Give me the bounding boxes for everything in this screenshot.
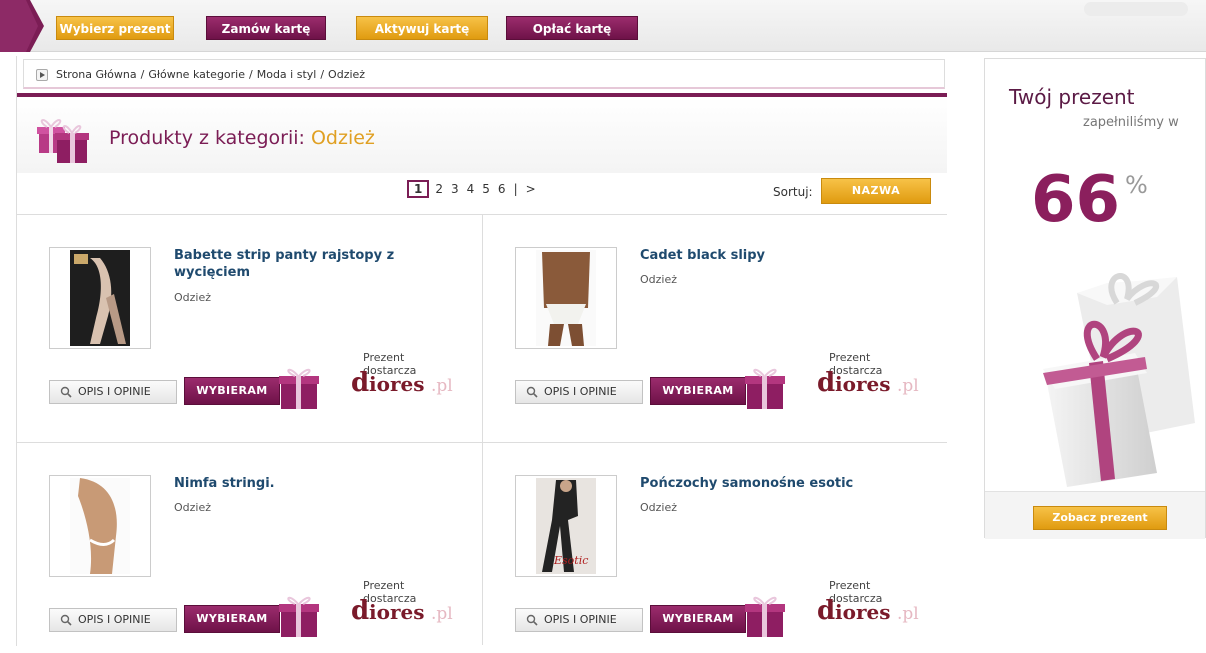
choose-button[interactable]: WYBIERAM [184,605,280,633]
choose-button[interactable]: WYBIERAM [184,377,280,405]
step-button-order-card[interactable]: Zamów kartę [206,16,326,40]
breadcrumb-arrow-icon [36,69,48,81]
description-reviews-label: OPIS I OPINIE [544,613,617,626]
pagination: 1 2 3 4 5 6 | > [407,180,544,198]
supplier-logo: d iores .pl [351,596,453,625]
step-arrow-icon [0,0,44,52]
sort-by-name-button[interactable]: NAZWA [821,178,931,204]
svg-text:.pl: .pl [897,604,919,624]
magnifier-icon [60,614,72,626]
product-name-link[interactable]: Cadet black slipy [640,247,870,264]
product-card: Cadet black slipy Odzież Prezent dostarc… [483,215,923,425]
main-content: Strona Główna / Główne kategorie / Moda i st… [16,56,947,646]
sort-label: Sortuj: [773,185,813,199]
step-button-pay-card[interactable]: Opłać kartę [506,16,638,40]
step-button-activate-card[interactable]: Aktywuj kartę [356,16,488,40]
gift-box-illustration-icon [1043,273,1195,487]
description-reviews-label: OPIS I OPINIE [78,385,151,398]
page-next[interactable]: > [526,182,536,196]
product-category: Odzież [174,291,212,304]
gift-icon [745,368,785,409]
description-reviews-button[interactable]: OPIS I OPINIE [515,608,643,632]
svg-text:d: d [351,596,369,625]
magnifier-icon [526,386,538,398]
magnifier-icon [60,386,72,398]
top-nav-bar: Wybierz prezent Zamów kartę Aktywuj kart… [0,0,1206,52]
svg-text:d: d [817,596,835,625]
svg-text:.pl: .pl [431,604,453,624]
category-title-prefix: Produkty z kategorii: [109,127,305,149]
product-card: Esotic Pończochy samonośne esotic Odzież… [483,443,923,653]
gift-progress-footer: Zobacz prezent [985,491,1205,539]
product-category: Odzież [640,273,678,286]
product-image-icon [70,250,130,346]
pager-row: 1 2 3 4 5 6 | > Sortuj: NAZWA [17,173,947,215]
supplier-logo: d iores .pl [817,596,919,625]
product-image-icon [70,478,130,574]
product-card: Babette strip panty rajstopy z wycięciem… [17,215,457,425]
gift-box-icon [37,119,89,163]
product-thumbnail[interactable] [49,475,151,577]
gift-progress-percent-sign: % [1125,171,1148,199]
page-link[interactable]: 3 [451,182,459,196]
product-category: Odzież [640,501,678,514]
category-header: Produkty z kategorii: Odzież [17,93,947,173]
page-link[interactable]: 2 [435,182,443,196]
breadcrumb: Strona Główna / Główne kategorie / Moda i st… [23,59,945,89]
category-title: Produkty z kategorii: Odzież [109,127,375,149]
product-thumbnail[interactable] [49,247,151,349]
page-divider: | [513,182,518,196]
gift-progress-title: Twój prezent [1009,85,1135,109]
product-image-icon: Esotic [536,478,596,574]
see-gift-button[interactable]: Zobacz prezent [1033,506,1167,530]
choose-button[interactable]: WYBIERAM [650,377,746,405]
gift-icon [745,596,785,637]
product-thumbnail[interactable]: Esotic [515,475,617,577]
svg-text:.pl: .pl [897,376,919,396]
description-reviews-button[interactable]: OPIS I OPINIE [515,380,643,404]
supplier-logo: d iores .pl [817,368,919,397]
description-reviews-label: OPIS I OPINIE [78,613,151,626]
svg-text:Esotic: Esotic [553,554,588,567]
page-link[interactable]: 6 [498,182,506,196]
svg-text:d: d [351,368,369,397]
description-reviews-label: OPIS I OPINIE [544,385,617,398]
product-name-link[interactable]: Babette strip panty rajstopy z wycięciem [174,247,404,281]
svg-text:iores: iores [835,600,890,624]
step-button-choose-gift[interactable]: Wybierz prezent [56,16,174,40]
category-title-name: Odzież [310,127,375,149]
breadcrumb-current: Odzież [328,68,366,81]
supplier-logo: d iores .pl [351,368,453,397]
breadcrumb-separator: / [249,68,253,81]
svg-text:iores: iores [369,372,424,396]
magnifier-icon [526,614,538,626]
gift-progress-subtitle: zapełniliśmy w [1083,115,1179,130]
description-reviews-button[interactable]: OPIS I OPINIE [49,380,177,404]
product-image-icon [536,250,596,346]
svg-text:d: d [817,368,835,397]
product-card: Nimfa stringi. Odzież Prezent dostarcza … [17,443,457,653]
gift-progress-panel: Twój prezent zapełniliśmy w 66 % Zobacz … [984,58,1206,539]
svg-text:.pl: .pl [431,376,453,396]
page-current: 1 [407,180,430,198]
breadcrumb-separator: / [140,68,145,81]
product-name-link[interactable]: Pończochy samonośne esotic [640,475,870,492]
gift-progress-percent: 66 [1031,163,1121,237]
gift-icon [279,596,319,637]
page-link[interactable]: 5 [482,182,490,196]
breadcrumb-separator: / [320,68,325,81]
svg-text:iores: iores [835,372,890,396]
breadcrumb-fashion[interactable]: Moda i styl [257,68,317,81]
breadcrumb-main-categories[interactable]: Główne kategorie [148,68,245,81]
product-category: Odzież [174,501,212,514]
product-thumbnail[interactable] [515,247,617,349]
page-link[interactable]: 4 [467,182,475,196]
breadcrumb-home[interactable]: Strona Główna [56,68,137,81]
product-name-link[interactable]: Nimfa stringi. [174,475,404,492]
svg-text:iores: iores [369,600,424,624]
choose-button[interactable]: WYBIERAM [650,605,746,633]
description-reviews-button[interactable]: OPIS I OPINIE [49,608,177,632]
gift-icon [279,368,319,409]
top-right-placeholder [1084,2,1188,16]
